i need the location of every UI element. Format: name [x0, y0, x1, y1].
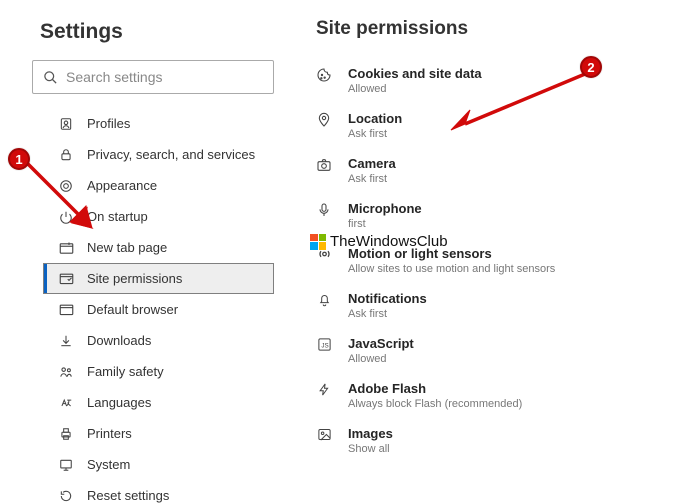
sidebar-item-printers[interactable]: Printers — [46, 418, 274, 449]
sidebar-item-label: Default browser — [87, 302, 178, 317]
perm-sub: Allowed — [348, 353, 414, 365]
sitepermissions-icon — [57, 272, 75, 285]
sidebar-item-label: Site permissions — [87, 271, 182, 286]
sidebar-item-reset[interactable]: Reset settings — [46, 480, 274, 504]
watermark: TheWindowsClub — [310, 233, 448, 250]
sidebar-item-label: System — [87, 457, 130, 472]
perm-images[interactable]: Images Show all — [314, 418, 692, 463]
search-input[interactable] — [66, 69, 263, 85]
perm-camera[interactable]: Camera Ask first — [314, 148, 692, 193]
sidebar-item-defaultbrowser[interactable]: Default browser — [46, 294, 274, 325]
perm-sub: Ask first — [348, 308, 427, 320]
sidebar-item-label: Languages — [87, 395, 151, 410]
perm-title: Adobe Flash — [348, 381, 522, 396]
perm-title: Images — [348, 426, 393, 441]
sidebar-item-label: Printers — [87, 426, 132, 441]
watermark-text: TheWindowsClub — [330, 233, 448, 250]
perm-notifications[interactable]: Notifications Ask first — [314, 283, 692, 328]
perm-sub: Allow sites to use motion and light sens… — [348, 263, 555, 275]
system-icon — [57, 458, 75, 472]
perm-sub: Ask first — [348, 128, 402, 140]
family-icon — [57, 365, 75, 379]
perm-title: Location — [348, 111, 402, 126]
printer-icon — [57, 427, 75, 441]
annotation-badge-1: 1 — [8, 148, 30, 170]
svg-text:JS: JS — [321, 343, 328, 350]
annotation-arrow-1 — [20, 156, 104, 240]
flash-icon — [314, 381, 334, 397]
perm-title: Notifications — [348, 291, 427, 306]
windows-logo-icon — [310, 234, 326, 250]
sidebar-item-downloads[interactable]: Downloads — [46, 325, 274, 356]
sidebar-item-system[interactable]: System — [46, 449, 274, 480]
perm-title: Camera — [348, 156, 396, 171]
perm-flash[interactable]: Adobe Flash Always block Flash (recommend… — [314, 373, 692, 418]
sidebar: Settings Profiles Privacy, search, and s… — [32, 16, 292, 496]
location-icon — [314, 111, 334, 128]
search-icon — [43, 70, 58, 85]
js-icon: JS — [314, 336, 334, 352]
sidebar-item-label: Downloads — [87, 333, 151, 348]
search-box[interactable] — [32, 60, 274, 94]
perm-sub: Ask first — [348, 173, 396, 185]
newtab-icon — [57, 241, 75, 254]
language-icon — [57, 396, 75, 410]
sidebar-item-label: Profiles — [87, 116, 130, 131]
sidebar-item-languages[interactable]: Languages — [46, 387, 274, 418]
sidebar-item-label: Reset settings — [87, 488, 169, 503]
sidebar-item-sitepermissions[interactable]: Site permissions — [43, 263, 274, 294]
camera-icon — [314, 156, 334, 173]
perm-sub: Show all — [348, 443, 393, 455]
settings-title: Settings — [40, 20, 274, 44]
perm-microphone[interactable]: Microphone first — [314, 193, 692, 238]
bell-icon — [314, 291, 334, 307]
sidebar-item-label: New tab page — [87, 240, 167, 255]
sidebar-item-family[interactable]: Family safety — [46, 356, 274, 387]
microphone-icon — [314, 201, 334, 218]
sidebar-item-label: Family safety — [87, 364, 164, 379]
sidebar-item-profiles[interactable]: Profiles — [46, 108, 274, 139]
cookie-icon — [314, 66, 334, 83]
annotation-badge-2: 2 — [580, 56, 602, 78]
perm-sub: first — [348, 218, 422, 230]
perm-javascript[interactable]: JS JavaScript Allowed — [314, 328, 692, 373]
sidebar-item-label: Privacy, search, and services — [87, 147, 255, 162]
perm-sub: Always block Flash (recommended) — [348, 398, 522, 410]
perm-title: JavaScript — [348, 336, 414, 351]
page-title: Site permissions — [316, 18, 692, 40]
annotation-arrow-2 — [445, 68, 595, 138]
image-icon — [314, 426, 334, 442]
download-icon — [57, 334, 75, 348]
browser-icon — [57, 303, 75, 316]
reset-icon — [57, 489, 75, 503]
profile-icon — [57, 117, 75, 131]
perm-title: Microphone — [348, 201, 422, 216]
